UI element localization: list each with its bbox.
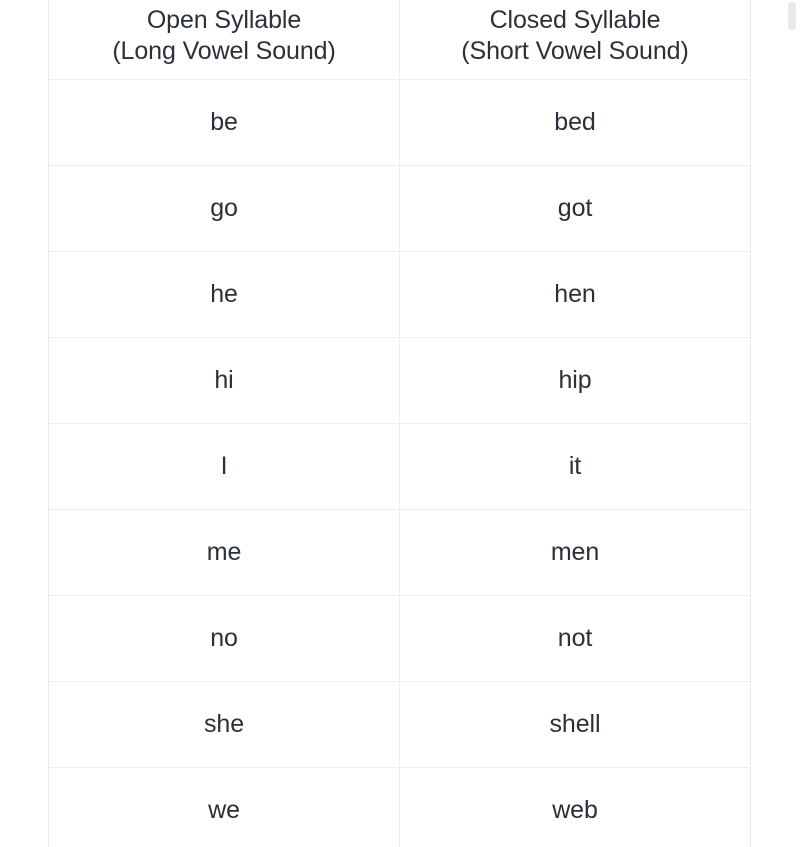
cell-closed-syllable: hen bbox=[399, 251, 751, 338]
cell-open-syllable: be bbox=[48, 79, 400, 166]
column-header-closed-syllable-line2: (Short Vowel Sound) bbox=[461, 37, 689, 65]
table-row: we web bbox=[48, 767, 751, 847]
cell-open-syllable: I bbox=[48, 423, 400, 510]
cell-open-syllable: go bbox=[48, 165, 400, 252]
cell-closed-syllable: it bbox=[399, 423, 751, 510]
cell-closed-syllable: shell bbox=[399, 681, 751, 768]
table-row: she shell bbox=[48, 681, 751, 768]
column-header-open-syllable: Open Syllable (Long Vowel Sound) bbox=[48, 0, 400, 80]
cell-open-syllable: no bbox=[48, 595, 400, 682]
vertical-scrollbar-thumb[interactable] bbox=[788, 2, 796, 30]
table-row: me men bbox=[48, 509, 751, 596]
column-header-open-syllable-line2: (Long Vowel Sound) bbox=[112, 37, 336, 65]
column-header-open-syllable-line1: Open Syllable bbox=[146, 5, 302, 34]
cell-closed-syllable: not bbox=[399, 595, 751, 682]
cell-closed-syllable: bed bbox=[399, 79, 751, 166]
cell-closed-syllable: hip bbox=[399, 337, 751, 424]
cell-open-syllable: we bbox=[48, 767, 400, 847]
table-body: be bed go got he hen hi hip I it me men … bbox=[48, 79, 751, 847]
syllable-table: Open Syllable (Long Vowel Sound) Closed … bbox=[48, 0, 751, 847]
vertical-scrollbar[interactable] bbox=[784, 0, 800, 847]
table-row: he hen bbox=[48, 251, 751, 338]
cell-open-syllable: hi bbox=[48, 337, 400, 424]
table-row: hi hip bbox=[48, 337, 751, 424]
table-header-row: Open Syllable (Long Vowel Sound) Closed … bbox=[48, 0, 751, 80]
cell-open-syllable: he bbox=[48, 251, 400, 338]
table-row: go got bbox=[48, 165, 751, 252]
column-header-closed-syllable-line1: Closed Syllable bbox=[489, 5, 661, 34]
page-viewport: Open Syllable (Long Vowel Sound) Closed … bbox=[0, 0, 800, 847]
cell-open-syllable: me bbox=[48, 509, 400, 596]
cell-closed-syllable: got bbox=[399, 165, 751, 252]
cell-closed-syllable: men bbox=[399, 509, 751, 596]
syllable-table-container: Open Syllable (Long Vowel Sound) Closed … bbox=[48, 0, 751, 847]
table-header: Open Syllable (Long Vowel Sound) Closed … bbox=[48, 0, 751, 80]
cell-closed-syllable: web bbox=[399, 767, 751, 847]
table-row: no not bbox=[48, 595, 751, 682]
cell-open-syllable: she bbox=[48, 681, 400, 768]
table-row: be bed bbox=[48, 79, 751, 166]
table-row: I it bbox=[48, 423, 751, 510]
column-header-closed-syllable: Closed Syllable (Short Vowel Sound) bbox=[399, 0, 751, 80]
